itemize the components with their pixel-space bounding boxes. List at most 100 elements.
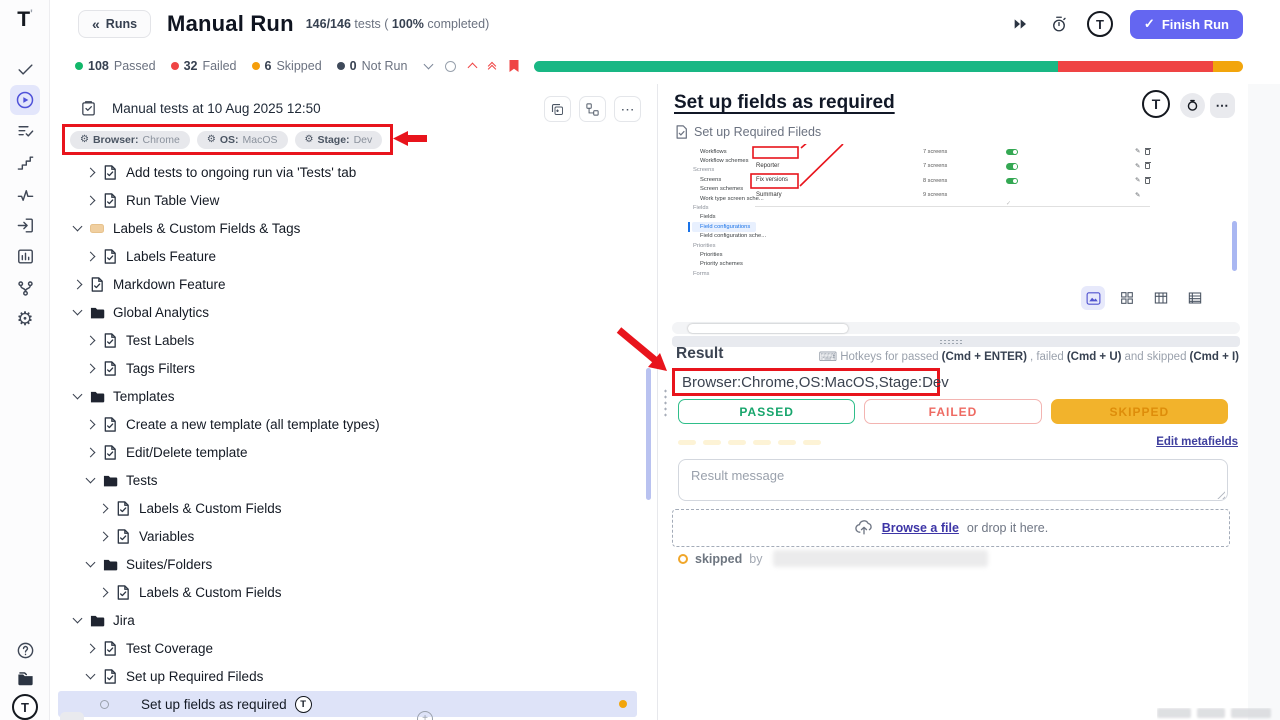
skipped-button[interactable]: SKIPPED bbox=[1051, 399, 1228, 424]
clipped-button bbox=[60, 712, 84, 720]
tree-chevron-icon[interactable] bbox=[86, 643, 96, 653]
result-section-resize-handle[interactable] bbox=[672, 336, 1240, 347]
image-view-button[interactable] bbox=[1081, 286, 1105, 310]
tree-row[interactable]: Run Table View T bbox=[58, 186, 637, 214]
tree-chevron-icon[interactable] bbox=[86, 474, 96, 484]
docs-folder-icon[interactable] bbox=[13, 666, 37, 690]
tree-chevron-icon[interactable] bbox=[86, 251, 96, 261]
config-badge[interactable]: ⚙ Browser: Chrome bbox=[70, 131, 190, 149]
checklist-icon[interactable] bbox=[13, 119, 37, 143]
tree-chevron-icon[interactable] bbox=[86, 167, 96, 177]
tree-row[interactable]: Test Labels T bbox=[58, 326, 637, 354]
tree-chevron-icon[interactable] bbox=[86, 670, 96, 680]
test-title[interactable]: Set up fields as required bbox=[674, 92, 895, 114]
tree-chevron-icon[interactable] bbox=[73, 279, 83, 289]
attachment-hscrollbar-thumb[interactable] bbox=[688, 324, 848, 333]
tree-chevron-icon[interactable] bbox=[86, 363, 96, 373]
finish-run-button[interactable]: ✓Finish Run bbox=[1130, 10, 1243, 39]
timer-icon[interactable] bbox=[1048, 13, 1070, 35]
tree-row[interactable]: Labels & Custom Fields T bbox=[58, 578, 637, 606]
chevron-down-icon[interactable] bbox=[424, 59, 434, 69]
import-icon[interactable] bbox=[13, 213, 37, 237]
tree-chevron-icon[interactable] bbox=[86, 419, 96, 429]
tree-chevron-icon[interactable] bbox=[99, 503, 109, 513]
tree-row[interactable]: Test Coverage T bbox=[58, 634, 637, 662]
tree-row[interactable]: Edit/Delete template T bbox=[58, 438, 637, 466]
screenshot-sidebar-item: Priorities bbox=[692, 250, 756, 259]
tree-row[interactable]: Create a new template (all template type… bbox=[58, 410, 637, 438]
tree-scrollbar[interactable] bbox=[646, 368, 651, 500]
metafield-chip[interactable] bbox=[678, 440, 696, 445]
branch-icon[interactable] bbox=[13, 276, 37, 300]
passed-button[interactable]: PASSED bbox=[678, 399, 855, 424]
tree-chevron-icon[interactable] bbox=[86, 195, 96, 205]
metafield-chip[interactable] bbox=[753, 440, 771, 445]
tree-view-button[interactable] bbox=[579, 96, 606, 122]
panel-resize-handle[interactable] bbox=[663, 388, 668, 418]
metafield-chip[interactable] bbox=[703, 440, 721, 445]
tree-chevron-icon[interactable] bbox=[86, 558, 96, 568]
more-options-button[interactable]: ⋯ bbox=[614, 96, 641, 122]
edit-icon: ✎ bbox=[1135, 176, 1140, 184]
tree-row[interactable]: Set up fields as required T bbox=[58, 691, 637, 717]
parent-test-link[interactable]: Set up Required Fileds bbox=[675, 125, 821, 139]
tree-chevron-icon[interactable] bbox=[99, 587, 109, 597]
tree-row[interactable]: Suites/Folders T bbox=[58, 550, 637, 578]
circle-status-icon[interactable] bbox=[445, 61, 456, 72]
more-options-button[interactable]: ⋯ bbox=[1210, 93, 1235, 118]
grid-view-button[interactable] bbox=[1115, 286, 1139, 310]
reports-chart-icon[interactable] bbox=[13, 244, 37, 268]
metafield-chip[interactable] bbox=[803, 440, 821, 445]
fast-forward-icon[interactable] bbox=[1009, 13, 1031, 35]
tree-row[interactable]: Global Analytics T bbox=[58, 298, 637, 326]
tree-row[interactable]: Templates T bbox=[58, 382, 637, 410]
file-upload-dropzone[interactable]: Browse a file or drop it here. bbox=[672, 509, 1230, 547]
tests-check-icon[interactable] bbox=[13, 57, 37, 81]
user-avatar[interactable]: T bbox=[12, 694, 38, 720]
result-message-input[interactable] bbox=[678, 459, 1228, 501]
edit-metafields-link[interactable]: Edit metafields bbox=[1156, 436, 1238, 448]
tree-chevron-icon[interactable] bbox=[99, 531, 109, 541]
back-to-runs-button[interactable]: «Runs bbox=[78, 10, 151, 38]
tree-row[interactable]: Labels & Custom Fields T bbox=[58, 494, 637, 522]
tree-row[interactable]: Labels & Custom Fields & Tags T bbox=[58, 214, 637, 242]
list-view-button[interactable] bbox=[1183, 286, 1207, 310]
browse-file-link[interactable]: Browse a file bbox=[882, 521, 959, 535]
tree-row[interactable]: Jira T bbox=[58, 606, 637, 634]
tree-chevron-icon[interactable] bbox=[73, 222, 83, 232]
app-logo[interactable]: T' bbox=[12, 8, 38, 34]
chevron-up-icon[interactable] bbox=[468, 63, 478, 73]
steps-icon[interactable] bbox=[13, 151, 37, 175]
table-view-button[interactable] bbox=[1149, 286, 1173, 310]
tree-chevron-icon[interactable] bbox=[73, 306, 83, 316]
timer-button[interactable] bbox=[1180, 93, 1205, 118]
settings-gear-icon[interactable]: ⚙ bbox=[13, 307, 37, 331]
config-badge[interactable]: ⚙ Stage: Dev bbox=[295, 131, 383, 149]
metafield-chip[interactable] bbox=[778, 440, 796, 445]
tree-row[interactable]: Add tests to ongoing run via 'Tests' tab… bbox=[58, 158, 637, 186]
metafield-chip[interactable] bbox=[728, 440, 746, 445]
tree-chevron-icon[interactable] bbox=[86, 335, 96, 345]
attachment-screenshot[interactable]: WorkflowsWorkflow schemesScreensScreensS… bbox=[672, 144, 1240, 284]
tree-chevron-icon[interactable] bbox=[73, 390, 83, 400]
help-icon[interactable] bbox=[13, 638, 37, 662]
tree-chevron-icon[interactable] bbox=[73, 614, 83, 624]
config-badge[interactable]: ⚙ OS: MacOS bbox=[197, 131, 288, 149]
tree-row[interactable]: Tests T bbox=[58, 466, 637, 494]
tree-row[interactable]: Markdown Feature T bbox=[58, 270, 637, 298]
tree-chevron-icon[interactable] bbox=[100, 700, 109, 709]
bookmark-icon[interactable] bbox=[508, 59, 520, 73]
check-icon: ✓ bbox=[1144, 16, 1155, 32]
activity-icon[interactable] bbox=[13, 183, 37, 207]
tree-row[interactable]: Variables T bbox=[58, 522, 637, 550]
tree-row[interactable]: Labels Feature T bbox=[58, 242, 637, 270]
tree-row[interactable]: Set up Required Fileds T bbox=[58, 662, 637, 690]
runs-play-circle-icon[interactable] bbox=[10, 85, 40, 115]
tree-row[interactable]: Tags Filters T bbox=[58, 354, 637, 382]
user-avatar[interactable]: T bbox=[1087, 11, 1113, 37]
double-chevron-up-icon[interactable] bbox=[489, 60, 495, 72]
failed-button[interactable]: FAILED bbox=[864, 399, 1041, 424]
duplicate-add-button[interactable] bbox=[544, 96, 571, 122]
tree-chevron-icon[interactable] bbox=[86, 447, 96, 457]
assignee-avatar[interactable]: T bbox=[1142, 90, 1170, 118]
